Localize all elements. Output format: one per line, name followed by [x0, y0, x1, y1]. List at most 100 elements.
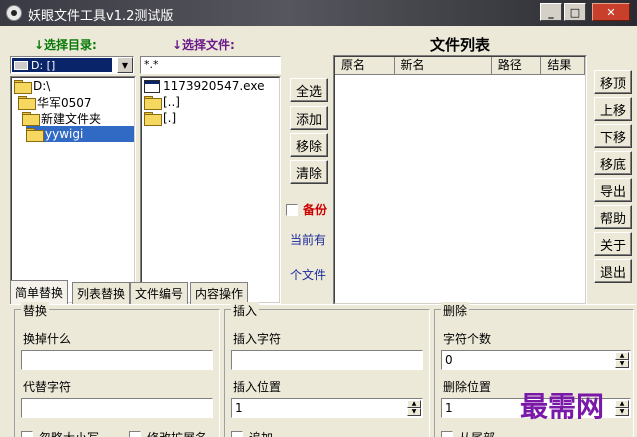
insert-char-input[interactable] [231, 350, 423, 370]
spin-up-icon[interactable]: ▲ [615, 352, 629, 360]
insert-position-label: 插入位置 [233, 380, 282, 394]
tree-item-yywigi[interactable]: yywigi [26, 126, 83, 142]
clear-button[interactable]: 清除 [290, 160, 328, 184]
drive-dropdown-arrow-icon[interactable]: ▼ [117, 57, 133, 73]
tree-item-label: yywigi [45, 127, 84, 141]
ignore-case-label: 忽略大小写 [39, 429, 99, 437]
spin-up-icon[interactable]: ▲ [407, 400, 421, 408]
about-button[interactable]: 关于 [594, 232, 632, 256]
change-extension-checkbox[interactable] [129, 431, 141, 437]
backup-label: 备份 [303, 203, 328, 217]
file-item-label: [..] [163, 95, 180, 109]
tree-item-huajun[interactable]: 华军0507 [18, 94, 92, 110]
insert-position-spin[interactable]: ▲ ▼ [407, 400, 421, 416]
tab-file-numbering[interactable]: 文件编号 [130, 282, 189, 304]
from-end-label: 从尾部 [459, 429, 495, 437]
export-button[interactable]: 导出 [594, 178, 632, 202]
move-top-button[interactable]: 移顶 [594, 70, 632, 94]
exit-button[interactable]: 退出 [594, 259, 632, 283]
window-title: 妖眼文件工具v1.2测试版 [28, 9, 174, 24]
tab-simple-replace[interactable]: 简单替换 [10, 280, 69, 304]
insert-group-title: 插入 [231, 302, 260, 319]
char-count-value: 0 [445, 353, 453, 367]
delete-group-title: 删除 [441, 302, 470, 319]
change-extension-label: 修改扩展名 [147, 429, 207, 437]
open-folder-icon [22, 112, 40, 126]
file-list[interactable]: 1173920547.exe [..] [.] [140, 76, 281, 304]
delete-position-label: 删除位置 [443, 380, 492, 394]
append-checkbox[interactable] [231, 431, 243, 437]
close-button[interactable]: ✕ [592, 3, 630, 21]
move-up-button[interactable]: 上移 [594, 97, 632, 121]
file-list-title: 文件列表 [429, 36, 490, 54]
drive-label: D: [] [31, 58, 56, 72]
maximize-button[interactable]: □ [564, 3, 586, 21]
column-path[interactable]: 路径 [491, 57, 542, 75]
file-list-table[interactable]: 原名 新名 路径 结果 [333, 55, 587, 305]
from-end-checkbox[interactable] [441, 431, 453, 437]
char-count-spin[interactable]: ▲ ▼ [615, 352, 629, 368]
drive-icon [14, 60, 28, 70]
column-new-name[interactable]: 新名 [394, 57, 492, 75]
title-bar[interactable]: 妖眼文件工具v1.2测试版 _ □ ✕ [0, 0, 637, 26]
replace-with-input[interactable] [21, 398, 213, 418]
spin-down-icon[interactable]: ▼ [407, 408, 421, 416]
append-label: 追加 [249, 429, 273, 437]
folder-icon [144, 112, 162, 126]
table-header: 原名 新名 路径 结果 [335, 57, 585, 75]
tree-item-label: 新建文件夹 [41, 111, 102, 126]
open-folder-icon [18, 96, 36, 110]
delete-position-value: 1 [445, 401, 453, 415]
tab-content-operation[interactable]: 内容操作 [190, 282, 249, 304]
select-directory-label: ↓选择目录: [34, 38, 97, 52]
exe-file-icon [144, 79, 160, 93]
replace-group-title: 替换 [21, 302, 50, 319]
directory-tree[interactable]: D:\ 华军0507 新建文件夹 yywigi [10, 76, 136, 304]
insert-position-value: 1 [235, 401, 243, 415]
replace-group: 替换 换掉什么 代替字符 忽略大小写 修改扩展名 [14, 302, 220, 437]
find-input[interactable] [21, 350, 213, 370]
tab-list-replace[interactable]: 列表替换 [72, 282, 131, 304]
spin-down-icon[interactable]: ▼ [615, 360, 629, 368]
minimize-button[interactable]: _ [540, 3, 562, 21]
insert-position-stepper[interactable]: 1 ▲ ▼ [231, 398, 423, 418]
add-button[interactable]: 添加 [290, 106, 328, 130]
backup-checkbox[interactable] [286, 204, 298, 216]
current-count-label: 当前有 [290, 233, 327, 247]
folder-icon [144, 96, 162, 110]
insert-group: 插入 插入字符 插入位置 1 ▲▼ 追加 [224, 302, 430, 437]
open-folder-icon [14, 80, 32, 94]
find-label: 换掉什么 [23, 332, 72, 346]
file-filter-input[interactable]: *.* [140, 56, 281, 74]
char-count-stepper[interactable]: 0 ▲ ▼ [441, 350, 631, 370]
spin-down-icon[interactable]: ▼ [615, 408, 629, 416]
watermark: 最需网 [520, 390, 605, 423]
file-item-parent-dir[interactable]: [..] [144, 94, 180, 110]
move-down-button[interactable]: 下移 [594, 124, 632, 148]
app-eye-icon [6, 5, 22, 21]
file-item-current-dir[interactable]: [.] [144, 110, 176, 126]
select-all-button[interactable]: 全选 [290, 78, 328, 102]
column-result[interactable]: 结果 [541, 57, 585, 75]
tree-item-new-folder[interactable]: 新建文件夹 [22, 110, 101, 126]
tree-item-label: 华军0507 [37, 95, 92, 110]
remove-button[interactable]: 移除 [290, 133, 328, 157]
column-original-name[interactable]: 原名 [335, 57, 395, 75]
tree-item-label: D:\ [33, 79, 51, 93]
tree-item-root[interactable]: D:\ [14, 78, 50, 94]
file-item-exe[interactable]: 1173920547.exe [144, 78, 264, 94]
file-item-label: 1173920547.exe [163, 79, 265, 93]
move-bottom-button[interactable]: 移底 [594, 151, 632, 175]
main-client-area: ↓选择目录: ↓选择文件: D: [] ▼ D:\ 华军0507 新建文件夹 y… [0, 26, 637, 437]
open-folder-icon [26, 128, 44, 142]
delete-position-spin[interactable]: ▲ ▼ [615, 400, 629, 416]
ignore-case-checkbox[interactable] [21, 431, 33, 437]
drive-select-value: D: [] [12, 58, 112, 72]
operation-tabs: 简单替换 列表替换 文件编号 内容操作 [10, 280, 636, 304]
file-item-label: [.] [163, 111, 177, 125]
spin-up-icon[interactable]: ▲ [615, 400, 629, 408]
insert-char-label: 插入字符 [233, 332, 282, 346]
replace-with-label: 代替字符 [23, 380, 72, 394]
help-button[interactable]: 帮助 [594, 205, 632, 229]
select-file-label: ↓选择文件: [172, 38, 235, 52]
